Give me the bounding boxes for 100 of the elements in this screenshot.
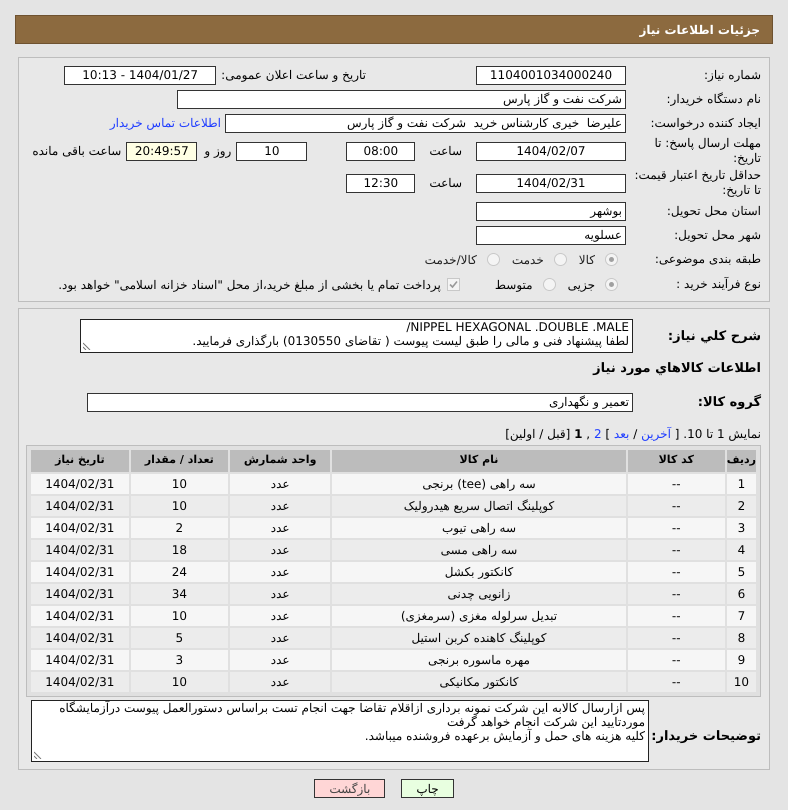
table-cell: عدد	[230, 584, 330, 604]
column-header: تعداد / مقدار	[130, 450, 228, 472]
page-title: جزئیات اطلاعات نیاز	[639, 22, 760, 38]
section-heading: اطلاعات كالاهاي مورد نياز	[592, 360, 761, 378]
table-cell: 10	[130, 496, 228, 516]
input-field[interactable]: 20:49:57	[126, 142, 198, 160]
column-header: تاریخ نیاز	[31, 450, 129, 472]
table-cell: عدد	[230, 474, 330, 494]
table-cell: 1404/02/31	[31, 540, 129, 560]
table-cell: --	[628, 584, 725, 604]
description-field[interactable]: NIPPEL HEXAGONAL .DOUBLE .MALE/ لطفا پیشنهاد فنی و مالی را طبق لیست پیوست ( تقاضای 0130550) بارگذاری فرمایید.	[80, 319, 633, 353]
table-cell: 24	[130, 562, 228, 582]
input-field[interactable]: 08:00	[346, 142, 416, 160]
resize-grip-icon	[34, 750, 42, 758]
table-cell: سه راهی تیوب	[332, 518, 626, 538]
table-cell: کوپلینگ اتصال سریع هیدرولیک	[332, 496, 626, 516]
column-header: ردیف	[726, 450, 756, 472]
table-cell: 9	[726, 650, 756, 670]
print-button[interactable]: چاپ	[401, 779, 454, 798]
field-label: روز و	[204, 143, 232, 160]
field-label: نوع فرآیند خرید :	[675, 277, 761, 292]
radio-button[interactable]	[554, 253, 567, 266]
table-cell: 1404/02/31	[31, 474, 129, 494]
column-header: واحد شمارش	[230, 450, 330, 472]
input-field[interactable]: تعمیر و نگهداری	[87, 392, 633, 412]
resize-grip-icon	[83, 342, 91, 350]
radio-button[interactable]	[605, 253, 618, 266]
field-label: پرداخت تمام یا بخشی از مبلغ خرید،از محل "اسناد خزانه اسلامی" خواهد بود.	[58, 276, 441, 294]
input-field[interactable]: 1104001034000240	[476, 66, 626, 84]
table-cell: --	[628, 496, 725, 516]
input-field[interactable]: بوشهر	[476, 202, 626, 220]
table-cell: 1404/02/31	[31, 672, 129, 692]
field-label: کالا	[578, 252, 595, 268]
notes-field[interactable]: پس ازارسال کالابه این شرکت نمونه برداری ازاقلام تقاضا جهت انجام تست براساس دستورالعمل پیوست درآزمایشگاه موردتایید این شرکت انجام خواهد گرفت کلیه هزینه های حمل و آزمایش برعهده فروشنده میباشد.	[31, 700, 649, 762]
contact-link[interactable]: اطلاعات تماس خریدار	[110, 114, 221, 132]
field-label: شهر محل تحویل:	[673, 228, 761, 242]
pagination-link[interactable]: بعد	[614, 426, 630, 440]
input-field[interactable]: 1404/02/31	[476, 174, 626, 192]
radio-button[interactable]	[542, 278, 556, 291]
table-cell: --	[628, 628, 725, 648]
table-cell: 8	[726, 628, 756, 648]
table-cell: کانکتور بکشل	[332, 562, 626, 582]
field-label: شماره نیاز:	[703, 68, 761, 82]
radio-button[interactable]	[486, 253, 500, 266]
table-cell: --	[628, 518, 725, 538]
pagination-link[interactable]: آخرین	[641, 426, 671, 440]
table-cell: 1	[726, 474, 756, 494]
column-header: کد کالا	[628, 450, 725, 472]
table-cell: کانکتور مکانیکی	[332, 672, 626, 692]
input-field[interactable]: 12:30	[346, 174, 416, 192]
field-label: توضیحات خریدار:	[650, 729, 761, 744]
column-header: نام کالا	[332, 450, 626, 472]
table-cell: 1404/02/31	[31, 606, 129, 626]
table-cell: عدد	[230, 540, 330, 560]
table-cell: --	[628, 562, 725, 582]
table-cell: 6	[726, 584, 756, 604]
input-field[interactable]: علیرضا خیری کارشناس خرید شرکت نفت و گاز پارس	[225, 114, 626, 132]
back-button[interactable]: بازگشت	[314, 779, 386, 798]
field-label: ایجاد کننده درخواست:	[649, 116, 761, 130]
table-cell: کوپلینگ کاهنده کربن استیل	[332, 628, 626, 648]
input-field[interactable]: 1404/01/27 - 10:13	[64, 66, 216, 84]
table-cell: تبدیل سرلوله مغزی (سرمغزی)	[332, 606, 626, 626]
field-label: ساعت	[429, 143, 462, 160]
table-cell: عدد	[230, 672, 330, 692]
field-label: استان محل تحویل:	[666, 204, 761, 218]
table-cell: --	[628, 540, 725, 560]
table-cell: 1404/02/31	[31, 496, 129, 516]
table-cell: 2	[726, 496, 756, 516]
table-cell: عدد	[230, 628, 330, 648]
field-label: تاریخ و ساعت اعلان عمومی:	[221, 67, 366, 84]
table-cell: عدد	[230, 562, 330, 582]
field-label: طبقه بندی موضوعی:	[654, 252, 761, 267]
field-label: حداقل تاریخ اعتبار قیمت: تا تاریخ:	[633, 168, 761, 198]
input-field[interactable]: عسلویه	[476, 226, 626, 244]
table-cell: زانویی چدنی	[332, 584, 626, 604]
field-label: متوسط	[494, 276, 533, 294]
table-cell: مهره ماسوره برنجی	[332, 650, 626, 670]
table-cell: عدد	[230, 518, 330, 538]
table-cell: 7	[726, 606, 756, 626]
table-cell: سه راهی مسی	[332, 540, 626, 560]
radio-button[interactable]	[605, 278, 618, 291]
table-cell: 1404/02/31	[31, 584, 129, 604]
table-cell: 10	[130, 474, 228, 494]
table-cell: --	[628, 474, 725, 494]
checkbox[interactable]	[446, 278, 460, 291]
table-cell: --	[628, 650, 725, 670]
input-field[interactable]: 10	[236, 142, 308, 160]
input-field[interactable]: شرکت نفت و گاز پارس	[177, 90, 626, 108]
pagination-link[interactable]: 2	[594, 426, 602, 440]
table-cell: 1404/02/31	[31, 650, 129, 670]
table-cell: 5	[726, 562, 756, 582]
field-label: مهلت ارسال پاسخ: تا تاریخ:	[653, 136, 761, 166]
input-field[interactable]: 1404/02/07	[476, 142, 626, 160]
table-cell: 1404/02/31	[31, 562, 129, 582]
table-cell: 1404/02/31	[31, 628, 129, 648]
field-label: نام دستگاه خریدار:	[666, 92, 761, 106]
field-label: کالا/خدمت	[424, 252, 477, 268]
table-cell: عدد	[230, 650, 330, 670]
table-cell: عدد	[230, 606, 330, 626]
field-label: ساعت	[429, 175, 462, 192]
